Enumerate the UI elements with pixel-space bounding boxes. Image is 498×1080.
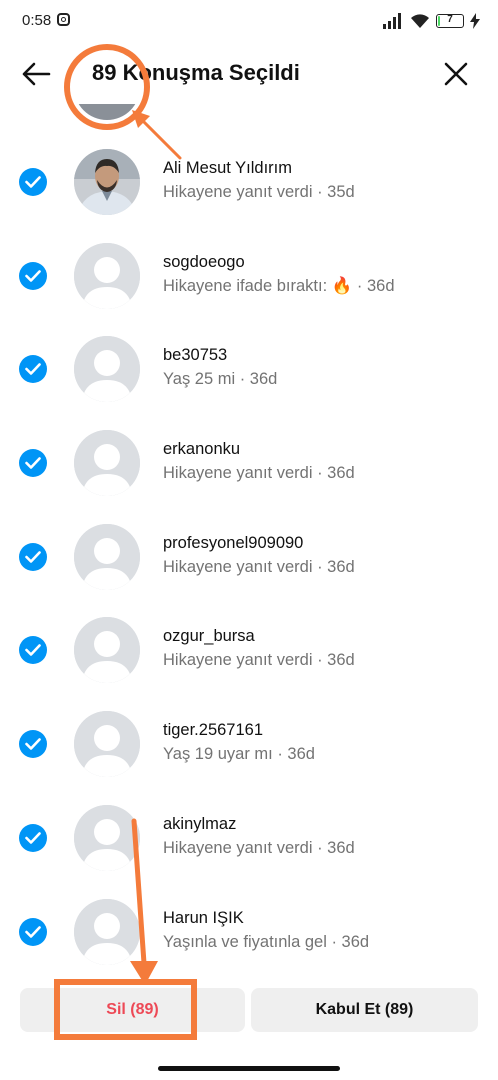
signal-icon [383,13,401,29]
conversation-row[interactable]: be30753 Yaş 25 mi · 36d [0,322,498,416]
delete-button[interactable]: Sil (89) [20,988,245,1032]
page-title: 89 Konuşma Seçildi [92,60,300,85]
status-icons: 7 [382,11,480,31]
accept-button[interactable]: Kabul Et (89) [251,988,478,1032]
selected-checkmark-icon[interactable] [19,449,47,478]
charging-bolt-icon [470,13,480,29]
conversation-preview: Hikayene yanıt verdi · 35d [163,183,355,201]
conversation-preview: Hikayene ifade bıraktı: 🔥 · 36d [163,276,395,295]
status-time: 0:58 [22,12,52,29]
battery-icon: 7 [436,14,464,28]
conversation-preview: Hikayene yanıt verdi · 36d [163,651,355,670]
selected-checkmark-icon[interactable] [19,542,47,571]
profile-photo-avatar [74,149,140,215]
conversation-preview: Yaşınla ve fiyatınla gel · 36d [163,932,370,951]
back-button[interactable] [16,56,56,92]
conversation-username: Ali Mesut Yıldırım [163,159,292,177]
conversation-list: Ali Mesut Yıldırım Hikayene yanıt verdi … [0,135,498,978]
conversation-username: akinylmaz [163,814,237,833]
conversation-username: profesyonel909090 [163,533,304,552]
conversation-row[interactable]: tiger.2567161 Yaş 19 uyar mı · 36d [0,697,498,791]
conversation-row[interactable]: akinylmaz Hikayene yanıt verdi · 36d [0,791,498,885]
close-icon [444,62,468,86]
selected-checkmark-icon[interactable] [19,730,47,759]
conversation-username: Harun IŞIK [163,908,244,927]
instagram-notification-icon [57,13,70,26]
selected-checkmark-icon[interactable] [19,355,47,384]
conversation-row[interactable]: Ali Mesut Yıldırım Hikayene yanıt verdi … [0,135,498,229]
conversation-username: sogdoeogo [163,252,245,271]
conversation-username: erkanonku [163,440,241,459]
conversation-preview: Hikayene yanıt verdi · 36d [163,464,355,483]
default-profile-avatar-icon [74,336,140,403]
conversation-row[interactable]: ozgur_bursa Hikayene yanıt verdi · 36d [0,603,498,697]
arrow-left-icon [22,62,51,86]
home-indicator[interactable] [158,1066,340,1071]
conversation-username: ozgur_bursa [163,627,255,646]
selected-checkmark-icon[interactable] [19,636,47,665]
default-profile-avatar-icon [74,898,140,965]
close-button[interactable] [436,56,476,92]
selected-checkmark-icon[interactable] [19,917,47,946]
conversation-preview: Yaş 25 mi · 36d [163,370,278,389]
selection-header: 89 Konuşma Seçildi [0,44,498,104]
conversation-username: tiger.2567161 [163,721,264,740]
conversation-preview: Hikayene yanıt verdi · 36d [163,838,355,857]
conversation-row[interactable]: profesyonel909090 Hikayene yanıt verdi ·… [0,510,498,604]
conversation-preview: Hikayene yanıt verdi · 36d [163,557,355,576]
default-profile-avatar-icon [74,711,140,778]
status-bar: 0:58 7 [0,0,498,44]
selected-checkmark-icon[interactable] [19,823,47,852]
default-profile-avatar-icon [74,430,140,497]
conversation-row[interactable]: erkanonku Hikayene yanıt verdi · 36d [0,416,498,510]
conversation-preview: Yaş 19 uyar mı · 36d [163,745,315,764]
wifi-icon [411,14,429,28]
default-profile-avatar-icon [74,242,140,309]
default-profile-avatar-icon [74,617,140,684]
battery-level: 7 [447,14,453,25]
default-profile-avatar-icon [74,523,140,590]
conversation-row[interactable]: Harun IŞIK Yaşınla ve fiyatınla gel · 36… [0,885,498,979]
selected-checkmark-icon[interactable] [19,261,47,290]
selected-checkmark-icon[interactable] [19,168,47,196]
action-bar: Sil (89) Kabul Et (89) [0,985,498,1035]
conversation-row[interactable]: sogdoeogo Hikayene ifade bıraktı: 🔥 · 36… [0,229,498,323]
conversation-username: be30753 [163,346,228,365]
default-profile-avatar-icon [74,804,140,871]
